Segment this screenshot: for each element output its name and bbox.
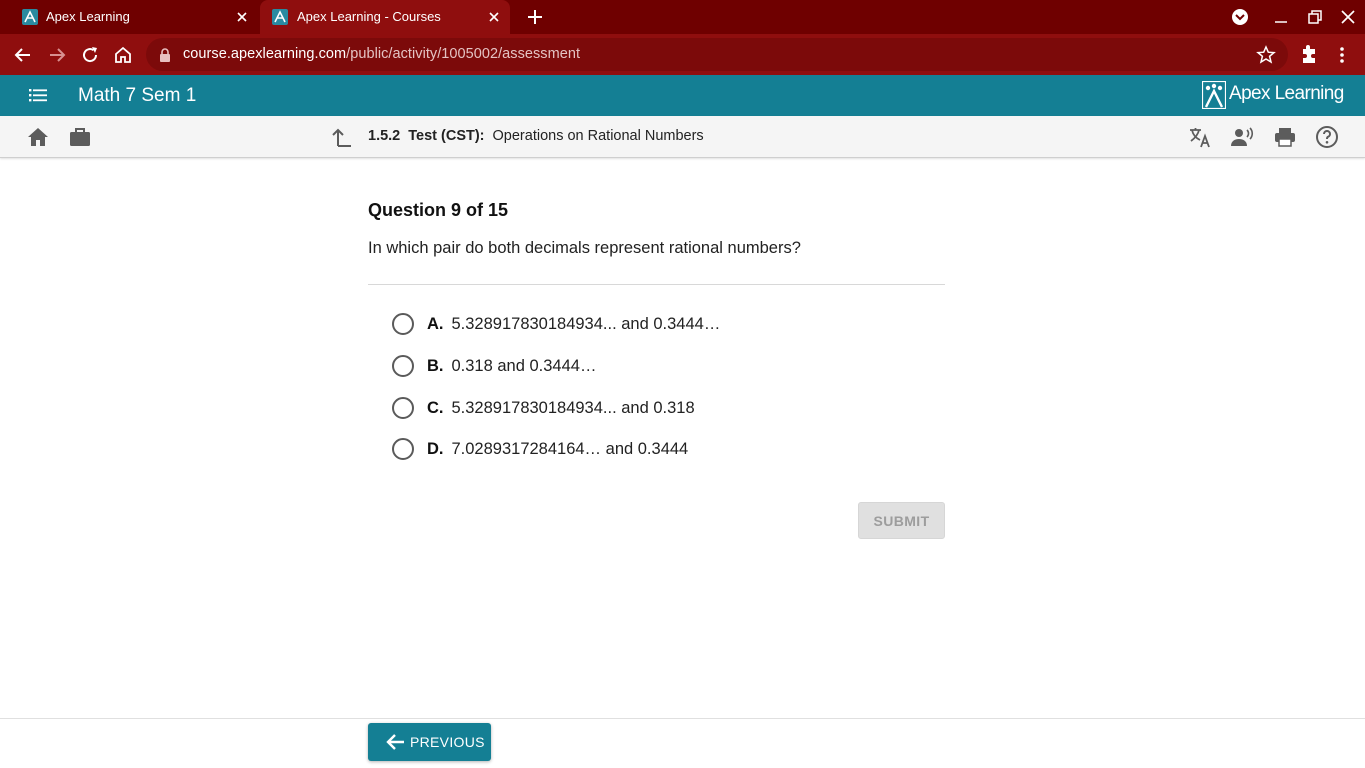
radio-button[interactable] — [392, 438, 414, 460]
course-title: Math 7 Sem 1 — [78, 85, 197, 106]
minimize-icon[interactable] — [1270, 6, 1292, 28]
text-to-speech-icon[interactable] — [1230, 125, 1254, 149]
apex-favicon-icon — [272, 9, 288, 25]
close-tab-icon[interactable] — [486, 9, 502, 25]
lock-icon — [160, 48, 170, 62]
forward-icon[interactable] — [45, 43, 69, 67]
answer-option-d[interactable]: D. 7.0289317284164… and 0.3444 — [392, 436, 932, 462]
browser-toolbar: course.apexlearning.com/public/activity/… — [0, 34, 1365, 75]
briefcase-icon[interactable] — [68, 125, 92, 149]
extensions-icon[interactable] — [1297, 43, 1321, 67]
activity-number: 1.5.2 — [368, 128, 401, 144]
brand-name: Apex Learning — [1229, 83, 1344, 104]
tab-title: Apex Learning — [46, 9, 130, 24]
profile-menu-icon[interactable] — [1229, 6, 1251, 28]
restore-icon[interactable] — [1304, 6, 1326, 28]
arrow-left-icon — [386, 734, 404, 750]
activity-breadcrumb: 1.5.2 Test (CST): Operations on Rational N… — [368, 128, 704, 144]
course-header: Math 7 Sem 1 Apex Learning — [0, 75, 1365, 116]
question-text: In which pair do both decimals represent… — [368, 239, 801, 257]
activity-bar: 1.5.2 Test (CST): Operations on Rational N… — [0, 116, 1365, 158]
option-letter: D. — [427, 439, 444, 458]
help-icon[interactable] — [1315, 125, 1339, 149]
option-text: 7.0289317284164… and 0.3444 — [451, 439, 689, 458]
option-text: 5.328917830184934... and 0.3444… — [451, 314, 721, 333]
submit-button[interactable]: SUBMIT — [858, 502, 945, 539]
previous-button[interactable]: PREVIOUS — [368, 723, 491, 761]
footer-divider — [0, 718, 1365, 719]
radio-button[interactable] — [392, 313, 414, 335]
home-icon[interactable] — [26, 125, 50, 149]
home-browser-icon[interactable] — [111, 43, 135, 67]
radio-button[interactable] — [392, 355, 414, 377]
url-path: /public/activity/1005002/assessment — [346, 46, 581, 62]
previous-label: PREVIOUS — [410, 734, 485, 750]
browser-tab-apex-learning-courses[interactable]: Apex Learning - Courses — [260, 0, 510, 34]
answer-option-a[interactable]: A. 5.328917830184934... and 0.3444… — [392, 311, 932, 337]
address-bar[interactable]: course.apexlearning.com/public/activity/… — [146, 38, 1288, 71]
activity-kind: Test (CST): — [408, 128, 485, 144]
activity-title: Operations on Rational Numbers — [492, 128, 704, 144]
option-text: 0.318 and 0.3444… — [451, 356, 597, 375]
apex-learning-logo: Apex Learning — [1202, 80, 1344, 110]
bookmark-star-icon[interactable] — [1256, 45, 1276, 65]
browser-menu-icon[interactable] — [1330, 43, 1354, 67]
apex-favicon-icon — [22, 9, 38, 25]
url-text: course.apexlearning.com/public/activity/… — [183, 46, 580, 62]
reload-icon[interactable] — [78, 43, 102, 67]
option-letter: C. — [427, 398, 444, 417]
new-tab-icon[interactable] — [524, 6, 546, 28]
url-host: course.apexlearning.com — [183, 46, 347, 62]
close-window-icon[interactable] — [1337, 6, 1359, 28]
up-arrow-icon[interactable] — [330, 125, 354, 149]
course-menu-icon[interactable] — [26, 83, 50, 107]
option-letter: B. — [427, 356, 444, 375]
tab-title: Apex Learning - Courses — [297, 9, 441, 24]
translate-icon[interactable] — [1188, 125, 1212, 149]
browser-tab-strip: Apex Learning Apex Learning - Courses — [0, 0, 1365, 34]
print-icon[interactable] — [1273, 125, 1297, 149]
answer-option-b[interactable]: B. 0.318 and 0.3444… — [392, 353, 932, 379]
apex-logo-icon — [1202, 81, 1226, 109]
divider — [368, 284, 945, 285]
option-text: 5.328917830184934... and 0.318 — [451, 398, 695, 417]
radio-button[interactable] — [392, 397, 414, 419]
option-letter: A. — [427, 314, 444, 333]
close-tab-icon[interactable] — [234, 9, 250, 25]
answer-option-c[interactable]: C. 5.328917830184934... and 0.318 — [392, 395, 932, 421]
question-heading: Question 9 of 15 — [368, 200, 509, 220]
browser-tab-apex-learning[interactable]: Apex Learning — [8, 0, 258, 34]
back-icon[interactable] — [11, 43, 35, 67]
